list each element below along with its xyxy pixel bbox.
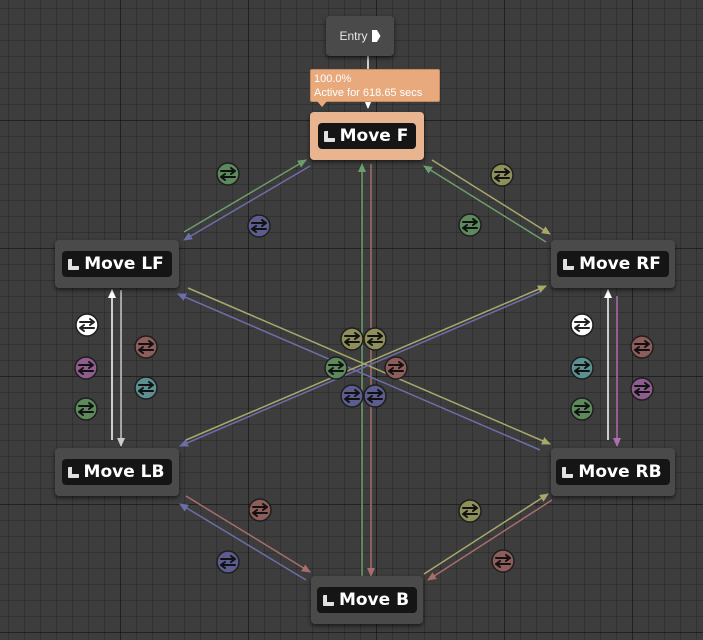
transition-b-to-lb[interactable] [179,503,307,581]
state-move-lb-title: Move LB [61,459,173,485]
transition-rule-icon[interactable] [74,356,98,380]
transition-rule-icon[interactable] [340,327,364,351]
transition-rule-icon[interactable] [134,335,158,359]
transition-b-to-rb[interactable] [423,493,549,575]
state-move-b-label: Move B [338,590,410,610]
transition-rb-to-b[interactable] [427,499,553,581]
transition-rule-icon[interactable] [363,384,387,408]
state-move-rb-label: Move RB [578,462,662,482]
transition-rule-icon[interactable] [134,376,158,400]
debug-tooltip: 100.0% Active for 618.65 secs [310,69,440,107]
state-icon [67,466,79,478]
state-move-rb-title: Move RB [556,459,670,485]
transition-rule-icon[interactable] [363,327,387,351]
state-move-lf[interactable]: Move LF [55,240,179,288]
transition-rule-icon[interactable] [490,163,514,187]
transition-rule-icon[interactable] [491,549,515,573]
transition-rule-icon[interactable] [75,313,99,337]
transition-rule-icon[interactable] [570,397,594,421]
transition-rule-icon[interactable] [630,335,654,359]
state-icon [562,466,574,478]
transition-rule-icon[interactable] [384,356,408,380]
state-move-lf-label: Move LF [84,254,164,274]
transition-rule-icon[interactable] [630,377,654,401]
debug-active-time: Active for 618.65 secs [314,87,423,99]
transition-lf-to-f[interactable] [183,159,307,233]
transition-rule-icon[interactable] [570,313,594,337]
entry-label: Entry [339,29,368,43]
state-icon [322,594,334,606]
state-icon [563,258,575,270]
state-move-f[interactable]: Move F [310,112,424,160]
state-move-b[interactable]: Move B [311,576,423,624]
state-move-rb[interactable]: Move RB [551,448,675,496]
transition-lb-to-rf[interactable] [185,285,547,441]
state-move-f-label: Move F [339,126,409,146]
transition-rule-icon[interactable] [247,214,271,238]
state-move-lb-label: Move LB [83,462,165,482]
transition-rule-icon[interactable] [458,499,482,523]
transition-rule-icon[interactable] [216,162,240,186]
transition-rule-icon[interactable] [458,213,482,237]
transition-rule-icon[interactable] [74,397,98,421]
state-icon [68,258,80,270]
transition-f-to-lf[interactable] [183,165,311,241]
debug-percent: 100.0% [314,73,352,85]
state-move-rf-title: Move RF [557,251,669,277]
transition-rule-icon[interactable] [324,356,348,380]
transition-rule-icon[interactable] [248,498,272,522]
transition-rule-icon[interactable] [340,384,364,408]
output-pin-icon[interactable] [371,30,381,42]
transition-rule-icon[interactable] [216,550,240,574]
state-move-rf[interactable]: Move RF [551,240,675,288]
state-move-f-title: Move F [317,123,417,149]
transition-rule-icon[interactable] [570,356,594,380]
state-move-lb[interactable]: Move LB [55,448,179,496]
transition-lb-to-b[interactable] [185,495,311,573]
state-move-b-title: Move B [316,587,418,613]
transition-rb-to-lf[interactable] [177,293,541,451]
transition-rf-to-f[interactable] [423,165,547,243]
state-move-lf-title: Move LF [62,251,172,277]
entry-node[interactable]: Entry [326,16,394,56]
state-move-rf-label: Move RF [579,254,661,274]
state-icon [323,130,335,142]
transition-rf-to-lb[interactable] [179,291,541,447]
